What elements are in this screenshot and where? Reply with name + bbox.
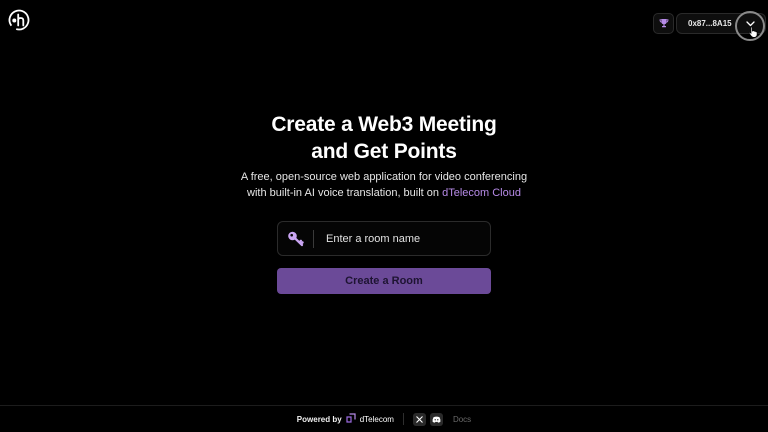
- points-trophy-button[interactable]: [653, 13, 674, 34]
- room-name-field: [277, 221, 491, 256]
- key-icon: [287, 230, 305, 248]
- powered-by: Powered by dTelecom: [297, 413, 394, 425]
- wallet-address: 0x87...8A15: [688, 19, 732, 28]
- trophy-icon: [659, 15, 669, 33]
- subtitle-line-1: A free, open-source web application for …: [240, 171, 528, 183]
- create-room-button[interactable]: Create a Room: [277, 268, 491, 294]
- x-icon[interactable]: [412, 412, 426, 426]
- chevron-down-icon[interactable]: [740, 14, 760, 33]
- dtelecom-brand[interactable]: dTelecom: [360, 415, 394, 424]
- dh-logo-icon[interactable]: [8, 9, 30, 31]
- footer: Powered by dTelecom Docs: [0, 406, 768, 432]
- room-name-input[interactable]: [324, 223, 490, 254]
- page: 0x87...8A15 Create a Web3 Meeting and Ge…: [0, 0, 768, 432]
- subtitle-line-2: with built-in AI voice translation, buil…: [0, 185, 768, 201]
- title-line-2: and Get Points: [311, 140, 457, 163]
- dtelecom-logo-icon: [346, 413, 356, 425]
- powered-by-label: Powered by: [296, 414, 342, 424]
- footer-separator: [402, 413, 404, 425]
- discord-icon[interactable]: [429, 412, 443, 426]
- dtelecom-cloud-link[interactable]: dTelecom Cloud: [442, 187, 521, 199]
- input-divider: [313, 229, 314, 248]
- page-title: Create a Web3 Meeting and Get Points: [0, 111, 768, 165]
- subtitle-line-2-text: with built-in AI voice translation, buil…: [247, 187, 443, 199]
- title-line-1: Create a Web3 Meeting: [271, 113, 497, 136]
- wallet-account-button[interactable]: 0x87...8A15: [676, 13, 766, 34]
- docs-link[interactable]: Docs: [453, 415, 471, 424]
- page-subtitle: A free, open-source web application for …: [0, 169, 768, 201]
